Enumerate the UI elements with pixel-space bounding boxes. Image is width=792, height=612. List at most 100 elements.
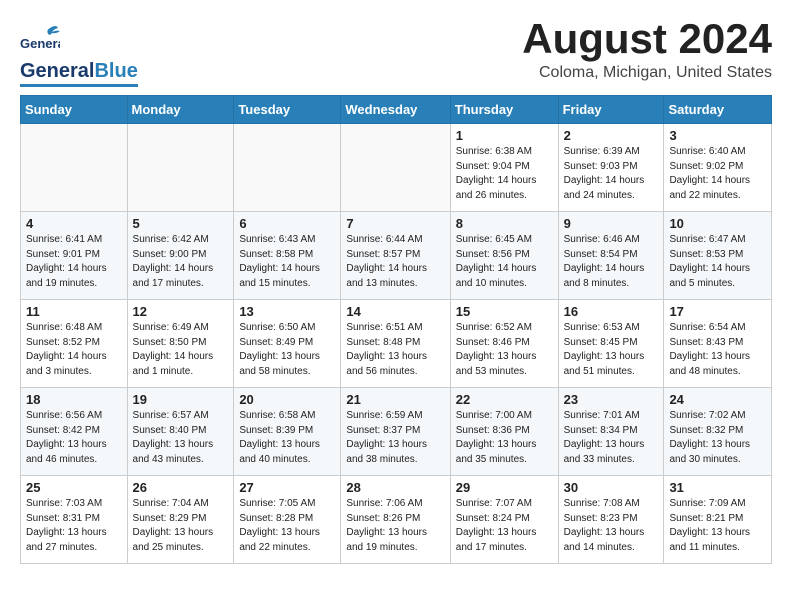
day-cell: 11 Sunrise: 6:48 AM Sunset: 8:52 PM Dayli… — [21, 300, 128, 388]
day-cell: 18 Sunrise: 6:56 AM Sunset: 8:42 PM Dayli… — [21, 388, 128, 476]
day-info: Sunrise: 6:49 AM Sunset: 8:50 PM Dayligh… — [133, 321, 229, 379]
day-info: Sunrise: 6:57 AM Sunset: 8:40 PM Dayligh… — [133, 409, 229, 467]
day-cell: 3 Sunrise: 6:40 AM Sunset: 9:02 PM Daylig… — [664, 124, 772, 212]
day-number: 16 — [564, 304, 659, 319]
day-number: 20 — [239, 392, 335, 407]
day-cell: 12 Sunrise: 6:49 AM Sunset: 8:50 PM Dayli… — [127, 300, 234, 388]
day-info: Sunrise: 6:59 AM Sunset: 8:37 PM Dayligh… — [346, 409, 444, 467]
day-number: 4 — [26, 216, 122, 231]
day-info: Sunrise: 6:47 AM Sunset: 8:53 PM Dayligh… — [669, 233, 766, 291]
day-cell: 17Sunrise: 6:54 AM Sunset: 8:43 PM Dayli… — [664, 300, 772, 388]
day-cell: 21Sunrise: 6:59 AM Sunset: 8:37 PM Dayli… — [341, 388, 450, 476]
day-cell: 25 Sunrise: 7:03 AM Sunset: 8:31 PM Dayli… — [21, 476, 128, 564]
day-cell: 30 Sunrise: 7:08 AM Sunset: 8:23 PM Dayli… — [558, 476, 664, 564]
day-cell: 8 Sunrise: 6:45 AM Sunset: 8:56 PM Daylig… — [450, 212, 558, 300]
day-number: 8 — [456, 216, 553, 231]
day-info: Sunrise: 7:03 AM Sunset: 8:31 PM Dayligh… — [26, 497, 122, 555]
day-cell: 22Sunrise: 7:00 AM Sunset: 8:36 PM Dayli… — [450, 388, 558, 476]
day-info: Sunrise: 7:05 AM Sunset: 8:28 PM Dayligh… — [239, 497, 335, 555]
day-number: 26 — [133, 480, 229, 495]
day-info: Sunrise: 6:53 AM Sunset: 8:45 PM Dayligh… — [564, 321, 659, 379]
location-title: Coloma, Michigan, United States — [522, 64, 772, 82]
day-cell: 1 Sunrise: 6:38 AM Sunset: 9:04 PM Daylig… — [450, 124, 558, 212]
day-number: 11 — [26, 304, 122, 319]
day-info: Sunrise: 7:06 AM Sunset: 8:26 PM Dayligh… — [346, 497, 444, 555]
day-info: Sunrise: 7:00 AM Sunset: 8:36 PM Dayligh… — [456, 409, 553, 467]
day-number: 14 — [346, 304, 444, 319]
day-info: Sunrise: 6:48 AM Sunset: 8:52 PM Dayligh… — [26, 321, 122, 379]
day-number: 12 — [133, 304, 229, 319]
day-cell: 26Sunrise: 7:04 AM Sunset: 8:29 PM Dayli… — [127, 476, 234, 564]
day-number: 19 — [133, 392, 229, 407]
day-info: Sunrise: 7:01 AM Sunset: 8:34 PM Dayligh… — [564, 409, 659, 467]
day-number: 3 — [669, 128, 766, 143]
day-cell: 2 Sunrise: 6:39 AM Sunset: 9:03 PM Daylig… — [558, 124, 664, 212]
day-cell: 5Sunrise: 6:42 AM Sunset: 9:00 PM Daylig… — [127, 212, 234, 300]
day-info: Sunrise: 6:40 AM Sunset: 9:02 PM Dayligh… — [669, 145, 766, 203]
day-info: Sunrise: 6:39 AM Sunset: 9:03 PM Dayligh… — [564, 145, 659, 203]
weekday-header-thursday: Thursday — [450, 96, 558, 124]
day-number: 6 — [239, 216, 335, 231]
week-row-2: 4Sunrise: 6:41 AM Sunset: 9:01 PM Daylig… — [21, 212, 772, 300]
day-number: 30 — [564, 480, 659, 495]
day-cell: 31Sunrise: 7:09 AM Sunset: 8:21 PM Dayli… — [664, 476, 772, 564]
week-row-4: 18 Sunrise: 6:56 AM Sunset: 8:42 PM Dayli… — [21, 388, 772, 476]
day-cell: 9 Sunrise: 6:46 AM Sunset: 8:54 PM Daylig… — [558, 212, 664, 300]
logo-icon: General — [20, 20, 60, 60]
day-number: 27 — [239, 480, 335, 495]
weekday-header-wednesday: Wednesday — [341, 96, 450, 124]
title-block: August 2024 Coloma, Michigan, United Sta… — [522, 16, 772, 82]
day-info: Sunrise: 6:45 AM Sunset: 8:56 PM Dayligh… — [456, 233, 553, 291]
day-cell: 23Sunrise: 7:01 AM Sunset: 8:34 PM Dayli… — [558, 388, 664, 476]
day-cell — [234, 124, 341, 212]
day-cell: 15 Sunrise: 6:52 AM Sunset: 8:46 PM Dayli… — [450, 300, 558, 388]
day-number: 2 — [564, 128, 659, 143]
day-cell: 6 Sunrise: 6:43 AM Sunset: 8:58 PM Daylig… — [234, 212, 341, 300]
weekday-header-tuesday: Tuesday — [234, 96, 341, 124]
day-info: Sunrise: 7:07 AM Sunset: 8:24 PM Dayligh… — [456, 497, 553, 555]
day-cell: 27 Sunrise: 7:05 AM Sunset: 8:28 PM Dayli… — [234, 476, 341, 564]
day-number: 29 — [456, 480, 553, 495]
day-info: Sunrise: 6:50 AM Sunset: 8:49 PM Dayligh… — [239, 321, 335, 379]
day-number: 9 — [564, 216, 659, 231]
day-cell: 20 Sunrise: 6:58 AM Sunset: 8:39 PM Dayli… — [234, 388, 341, 476]
day-info: Sunrise: 6:44 AM Sunset: 8:57 PM Dayligh… — [346, 233, 444, 291]
day-number: 13 — [239, 304, 335, 319]
logo-blue-text: Blue — [94, 60, 137, 83]
day-info: Sunrise: 6:52 AM Sunset: 8:46 PM Dayligh… — [456, 321, 553, 379]
day-cell: 4Sunrise: 6:41 AM Sunset: 9:01 PM Daylig… — [21, 212, 128, 300]
day-info: Sunrise: 6:38 AM Sunset: 9:04 PM Dayligh… — [456, 145, 553, 203]
day-number: 15 — [456, 304, 553, 319]
day-number: 31 — [669, 480, 766, 495]
week-row-5: 25 Sunrise: 7:03 AM Sunset: 8:31 PM Dayli… — [21, 476, 772, 564]
day-info: Sunrise: 6:46 AM Sunset: 8:54 PM Dayligh… — [564, 233, 659, 291]
day-number: 1 — [456, 128, 553, 143]
day-cell — [127, 124, 234, 212]
day-number: 5 — [133, 216, 229, 231]
day-info: Sunrise: 6:56 AM Sunset: 8:42 PM Dayligh… — [26, 409, 122, 467]
day-info: Sunrise: 6:43 AM Sunset: 8:58 PM Dayligh… — [239, 233, 335, 291]
weekday-header-monday: Monday — [127, 96, 234, 124]
day-cell — [341, 124, 450, 212]
weekday-header-row: SundayMondayTuesdayWednesdayThursdayFrid… — [21, 96, 772, 124]
logo-general-text: General — [20, 60, 94, 83]
day-cell: 28Sunrise: 7:06 AM Sunset: 8:26 PM Dayli… — [341, 476, 450, 564]
day-cell: 14Sunrise: 6:51 AM Sunset: 8:48 PM Dayli… — [341, 300, 450, 388]
day-number: 25 — [26, 480, 122, 495]
page-header: General General Blue August 2024 Coloma,… — [20, 16, 772, 87]
day-number: 18 — [26, 392, 122, 407]
day-cell: 29 Sunrise: 7:07 AM Sunset: 8:24 PM Dayli… — [450, 476, 558, 564]
day-cell — [21, 124, 128, 212]
day-info: Sunrise: 6:58 AM Sunset: 8:39 PM Dayligh… — [239, 409, 335, 467]
weekday-header-sunday: Sunday — [21, 96, 128, 124]
day-cell: 13 Sunrise: 6:50 AM Sunset: 8:49 PM Dayli… — [234, 300, 341, 388]
day-cell: 7Sunrise: 6:44 AM Sunset: 8:57 PM Daylig… — [341, 212, 450, 300]
calendar-table: SundayMondayTuesdayWednesdayThursdayFrid… — [20, 95, 772, 564]
day-info: Sunrise: 7:08 AM Sunset: 8:23 PM Dayligh… — [564, 497, 659, 555]
day-info: Sunrise: 6:54 AM Sunset: 8:43 PM Dayligh… — [669, 321, 766, 379]
week-row-3: 11 Sunrise: 6:48 AM Sunset: 8:52 PM Dayli… — [21, 300, 772, 388]
day-number: 24 — [669, 392, 766, 407]
day-cell: 16 Sunrise: 6:53 AM Sunset: 8:45 PM Dayli… — [558, 300, 664, 388]
day-info: Sunrise: 7:02 AM Sunset: 8:32 PM Dayligh… — [669, 409, 766, 467]
weekday-header-friday: Friday — [558, 96, 664, 124]
